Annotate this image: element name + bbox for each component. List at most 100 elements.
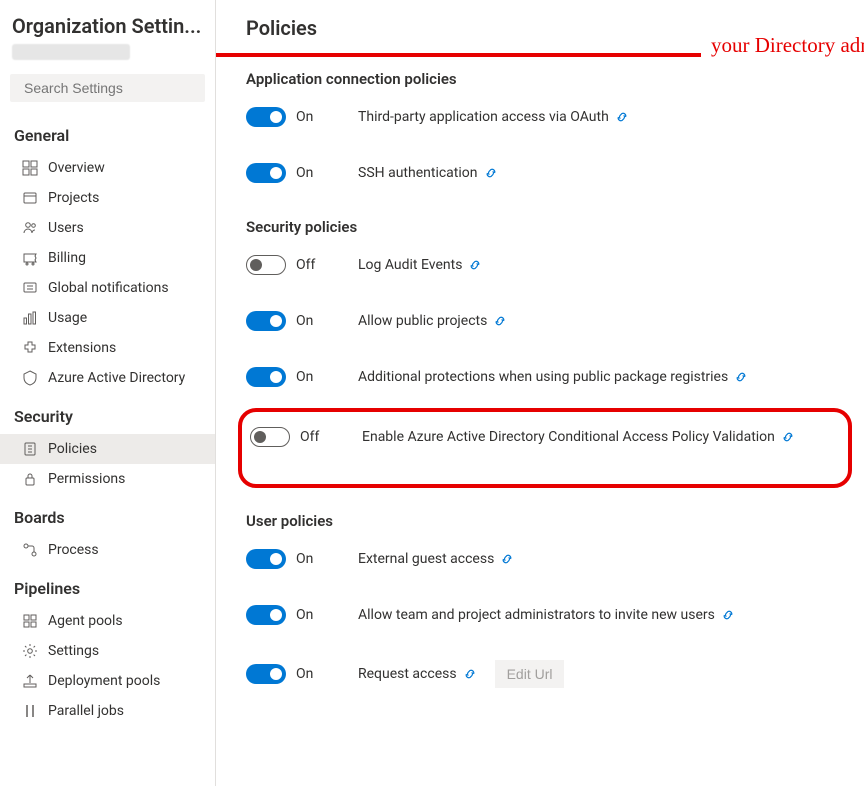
sidebar-item-agent-pools[interactable]: Agent pools	[0, 606, 215, 636]
sidebar-item-label: Deployment pools	[48, 673, 160, 689]
toggle[interactable]	[246, 367, 286, 387]
sidebar-item-label: Users	[48, 220, 84, 236]
billing-icon	[22, 250, 38, 266]
toggle-state-label: On	[296, 369, 313, 385]
sidebar-item-azure-active-directory[interactable]: Azure Active Directory	[0, 363, 215, 393]
sidebar-item-deployment-pools[interactable]: Deployment pools	[0, 666, 215, 696]
toggle-state-label: On	[296, 109, 313, 125]
nav-section-label: Pipelines	[0, 565, 215, 606]
policy-group-title: Security policies	[246, 218, 844, 236]
sidebar: Organization Settin... GeneralOverviewPr…	[0, 0, 216, 786]
sidebar-item-global-notifications[interactable]: Global notifications	[0, 273, 215, 303]
agentpools-icon	[22, 613, 38, 629]
sidebar-item-usage[interactable]: Usage	[0, 303, 215, 333]
projects-icon	[22, 190, 38, 206]
sidebar-item-extensions[interactable]: Extensions	[0, 333, 215, 363]
toggle[interactable]	[246, 311, 286, 331]
policy-row: On External guest access	[246, 548, 844, 570]
main: Policies your Directory administrator Ap…	[216, 0, 864, 786]
toggle-state-label: Off	[300, 429, 319, 445]
toggle-state-label: On	[296, 607, 313, 623]
sidebar-item-label: Permissions	[48, 471, 125, 487]
policy-description: Allow public projects	[358, 313, 507, 329]
policy-description: Enable Azure Active Directory Conditiona…	[362, 429, 795, 445]
toggle[interactable]	[246, 605, 286, 625]
policy-group-title: User policies	[246, 512, 844, 530]
sidebar-item-label: Projects	[48, 190, 99, 206]
policy-row: On Third-party application access via OAu…	[246, 106, 844, 128]
policy-row: Off Enable Azure Active Directory Conditi…	[250, 426, 840, 448]
overview-icon	[22, 160, 38, 176]
highlight-box: Off Enable Azure Active Directory Conditi…	[238, 408, 852, 488]
policy-description: SSH authentication	[358, 165, 498, 181]
policy-description: External guest access	[358, 551, 514, 567]
info-link-icon[interactable]	[484, 166, 498, 180]
info-link-icon[interactable]	[734, 370, 748, 384]
sidebar-item-billing[interactable]: Billing	[0, 243, 215, 273]
sidebar-item-permissions[interactable]: Permissions	[0, 464, 215, 494]
sidebar-item-label: Process	[48, 542, 99, 558]
users-icon	[22, 220, 38, 236]
sidebar-item-users[interactable]: Users	[0, 213, 215, 243]
notifications-icon	[22, 280, 38, 296]
org-name-blurred	[12, 44, 130, 60]
sidebar-item-label: Policies	[48, 441, 97, 457]
policy-row: On Allow team and project administrators …	[246, 604, 844, 626]
policy-description: Allow team and project administrators to…	[358, 607, 735, 623]
info-link-icon[interactable]	[463, 667, 477, 681]
nav-section-label: Security	[0, 393, 215, 434]
policy-row: On Request accessEdit Url	[246, 660, 844, 688]
sidebar-item-process[interactable]: Process	[0, 535, 215, 565]
deployment-icon	[22, 673, 38, 689]
sidebar-item-overview[interactable]: Overview	[0, 153, 215, 183]
info-link-icon[interactable]	[468, 258, 482, 272]
toggle[interactable]	[246, 107, 286, 127]
policy-description: Third-party application access via OAuth	[358, 109, 629, 125]
sidebar-item-projects[interactable]: Projects	[0, 183, 215, 213]
edit-url-button[interactable]: Edit Url	[495, 660, 565, 688]
parallel-icon	[22, 703, 38, 719]
search-settings[interactable]	[10, 74, 205, 102]
process-icon	[22, 542, 38, 558]
sidebar-item-label: Agent pools	[48, 613, 123, 629]
sidebar-item-label: Azure Active Directory	[48, 370, 185, 386]
toggle[interactable]	[246, 163, 286, 183]
sidebar-item-settings[interactable]: Settings	[0, 636, 215, 666]
aad-icon	[22, 370, 38, 386]
policies-icon	[22, 441, 38, 457]
toggle[interactable]	[250, 427, 290, 447]
sidebar-item-parallel-jobs[interactable]: Parallel jobs	[0, 696, 215, 726]
nav-section-label: General	[0, 112, 215, 153]
sidebar-item-label: Settings	[48, 643, 99, 659]
policy-row: OffLog Audit Events	[246, 254, 844, 276]
sidebar-item-label: Global notifications	[48, 280, 169, 296]
sidebar-item-label: Parallel jobs	[48, 703, 124, 719]
sidebar-item-policies[interactable]: Policies	[0, 434, 215, 464]
info-link-icon[interactable]	[500, 552, 514, 566]
permissions-icon	[22, 471, 38, 487]
search-input[interactable]	[24, 80, 205, 96]
toggle-state-label: On	[296, 313, 313, 329]
policy-row: On SSH authentication	[246, 162, 844, 184]
toggle[interactable]	[246, 255, 286, 275]
toggle-state-label: On	[296, 551, 313, 567]
info-link-icon[interactable]	[493, 314, 507, 328]
toggle-state-label: On	[296, 666, 313, 682]
info-link-icon[interactable]	[781, 430, 795, 444]
toggle-state-label: Off	[296, 257, 315, 273]
sidebar-item-label: Billing	[48, 250, 86, 266]
policy-row: On Allow public projects	[246, 310, 844, 332]
policy-row: On Additional protections when using publ…	[246, 366, 844, 388]
sidebar-item-label: Usage	[48, 310, 87, 326]
toggle[interactable]	[246, 664, 286, 684]
info-link-icon[interactable]	[721, 608, 735, 622]
nav: GeneralOverview Projects Users Billing Globa…	[0, 112, 215, 786]
toggle[interactable]	[246, 549, 286, 569]
sidebar-item-label: Extensions	[48, 340, 116, 356]
policy-description: Additional protections when using public…	[358, 369, 748, 385]
toggle-state-label: On	[296, 165, 313, 181]
info-link-icon[interactable]	[615, 110, 629, 124]
nav-section-label: Boards	[0, 494, 215, 535]
extensions-icon	[22, 340, 38, 356]
policy-description: Request accessEdit Url	[358, 660, 564, 688]
